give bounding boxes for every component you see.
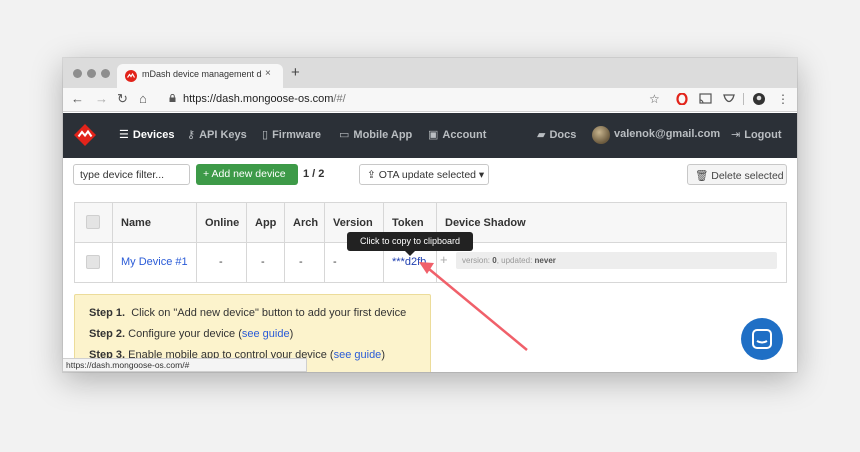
reload-icon[interactable]: ↻ xyxy=(117,91,128,107)
step-1: Step 1. Click on "Add new device" button… xyxy=(89,307,407,319)
header-online[interactable]: Online xyxy=(197,203,247,243)
book-icon: ▰ xyxy=(537,129,546,141)
nav-account[interactable]: ▣ Account xyxy=(428,128,486,141)
header-name[interactable]: Name xyxy=(113,203,197,243)
mdash-favicon-icon xyxy=(125,70,137,82)
select-all-checkbox[interactable] xyxy=(86,215,100,229)
header-app[interactable]: App xyxy=(247,203,285,243)
device-name-link[interactable]: My Device #1 xyxy=(121,256,188,268)
logout-icon: ⇥ xyxy=(731,129,741,141)
step-2-guide-link[interactable]: see guide xyxy=(242,328,290,340)
nav-user-email[interactable]: valenok@gmail.com xyxy=(614,128,720,140)
lock-icon xyxy=(169,94,176,102)
nav-mobile-app[interactable]: ▭ Mobile App xyxy=(339,128,412,141)
nav-devices[interactable]: ☰ Devices xyxy=(119,128,174,141)
app-cell: - xyxy=(247,243,285,282)
chat-launcher-button[interactable] xyxy=(741,318,783,360)
header-select-all xyxy=(75,203,113,243)
upload-icon: ⇪ xyxy=(367,169,379,181)
profile-icon[interactable] xyxy=(753,93,765,105)
list-icon: ☰ xyxy=(119,129,129,141)
device-filter-input[interactable] xyxy=(73,164,190,185)
back-icon[interactable]: ← xyxy=(71,91,84,107)
tab-close-icon[interactable]: × xyxy=(265,68,271,79)
chrome-menu-icon[interactable]: ⋮ xyxy=(777,91,789,107)
nav-api-keys[interactable]: ⚷ API Keys xyxy=(187,128,247,141)
link-status-bar: https://dash.mongoose-os.com/# xyxy=(63,358,307,372)
header-arch[interactable]: Arch xyxy=(285,203,325,243)
browser-window: mDash device management da × + ← → ↻ ⌂ h… xyxy=(63,58,797,372)
add-new-device-button[interactable]: + Add new device xyxy=(196,164,298,185)
browser-tab[interactable]: mDash device management da × xyxy=(117,64,283,88)
url-text: https://dash.mongoose-os.com/#/ xyxy=(183,93,346,105)
copy-token-tooltip: Click to copy to clipboard xyxy=(347,232,473,256)
new-tab-button[interactable]: + xyxy=(291,64,300,82)
step-2: Step 2. Configure your device (see guide… xyxy=(89,328,294,340)
close-window-dot[interactable] xyxy=(73,69,82,78)
add-shadow-icon[interactable]: + xyxy=(440,253,448,267)
cast-icon[interactable] xyxy=(699,93,712,105)
online-cell: - xyxy=(197,243,247,282)
file-icon: ▯ xyxy=(262,129,269,141)
tab-title: mDash device management da xyxy=(142,69,262,79)
user-avatar[interactable] xyxy=(592,126,610,144)
id-card-icon: ▣ xyxy=(428,129,439,141)
arch-cell: - xyxy=(285,243,325,282)
row-checkbox[interactable] xyxy=(86,255,100,269)
maximize-window-dot[interactable] xyxy=(101,69,110,78)
trash-icon: 🗑︎ xyxy=(695,170,712,182)
shield-extension-icon[interactable] xyxy=(723,93,735,105)
bookmark-star-icon[interactable]: ☆ xyxy=(649,92,660,106)
caret-down-icon: ▾ xyxy=(476,169,485,181)
device-count: 1 / 2 xyxy=(303,168,325,180)
forward-icon[interactable]: → xyxy=(95,91,108,107)
opera-extension-icon[interactable] xyxy=(676,93,688,105)
address-bar: ← → ↻ ⌂ https://dash.mongoose-os.com/#/ … xyxy=(63,88,797,112)
device-name-cell: My Device #1 xyxy=(113,243,197,282)
url-field[interactable]: https://dash.mongoose-os.com/#/ xyxy=(161,90,669,109)
ota-update-button[interactable]: ⇪ OTA update selected ▾ xyxy=(359,164,489,185)
mdash-logo-icon[interactable] xyxy=(73,123,97,147)
toolbar-divider xyxy=(743,93,744,105)
tab-bar: mDash device management da × + xyxy=(63,58,797,88)
delete-selected-button[interactable]: 🗑︎ Delete selected xyxy=(687,164,787,185)
chat-icon xyxy=(752,329,772,349)
nav-logout[interactable]: ⇥ Logout xyxy=(731,128,781,141)
nav-firmware[interactable]: ▯ Firmware xyxy=(262,128,321,141)
nav-docs[interactable]: ▰ Docs xyxy=(537,128,576,141)
step-3-guide-link[interactable]: see guide xyxy=(334,349,382,361)
row-select-cell xyxy=(75,243,113,282)
app-navbar: ☰ Devices ⚷ API Keys ▯ Firmware ▭ Mobile App… xyxy=(63,113,797,158)
monitor-icon: ▭ xyxy=(339,129,350,141)
home-icon[interactable]: ⌂ xyxy=(139,91,147,107)
key-icon: ⚷ xyxy=(187,129,196,141)
device-shadow-summary[interactable]: version: 0, updated: never xyxy=(456,252,777,269)
header-device-shadow[interactable]: Device Shadow xyxy=(437,203,786,243)
minimize-window-dot[interactable] xyxy=(87,69,96,78)
